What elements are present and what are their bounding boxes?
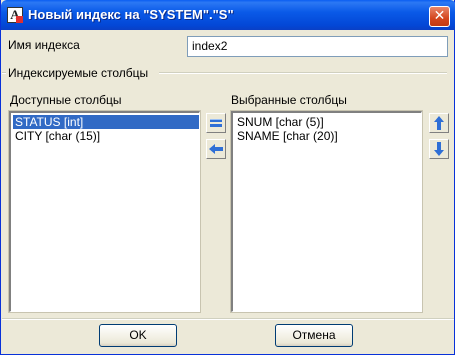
dialog-window: A Новый индекс на "SYSTEM"."S" ✕ Имя инд…	[0, 0, 455, 355]
window-title: Новый индекс на "SYSTEM"."S"	[28, 7, 234, 22]
list-item[interactable]: CITY [char (15)]	[13, 129, 199, 143]
ok-button[interactable]: OK	[99, 324, 177, 347]
move-down-button[interactable]	[429, 139, 449, 159]
group-border	[159, 72, 447, 74]
remove-column-button[interactable]	[206, 139, 226, 159]
group-border-left	[2, 72, 6, 74]
list-item[interactable]: SNUM [char (5)]	[235, 115, 421, 129]
arrow-up-icon	[434, 116, 444, 130]
close-icon: ✕	[433, 8, 446, 24]
chosen-columns-label: Выбранные столбцы	[231, 93, 347, 107]
button-separator	[2, 318, 454, 320]
arrow-down-icon	[434, 142, 444, 156]
app-icon: A	[7, 7, 23, 23]
move-right-icon	[210, 119, 222, 127]
close-button[interactable]: ✕	[429, 6, 450, 27]
available-columns-label: Доступные столбцы	[10, 93, 122, 107]
list-item[interactable]: STATUS [int]	[13, 115, 199, 129]
title-bar[interactable]: A Новый индекс на "SYSTEM"."S" ✕	[1, 0, 455, 30]
cancel-button[interactable]: Отмена	[275, 324, 353, 347]
chosen-columns-list[interactable]: SNUM [char (5)] SNAME [char (20)]	[230, 110, 423, 313]
list-item[interactable]: SNAME [char (20)]	[235, 129, 421, 143]
index-name-input[interactable]: index2	[187, 36, 448, 57]
index-name-label: Имя индекса	[8, 38, 80, 52]
add-column-button[interactable]	[206, 113, 226, 133]
move-left-icon	[209, 144, 223, 154]
available-columns-list[interactable]: STATUS [int] CITY [char (15)]	[8, 110, 201, 313]
move-up-button[interactable]	[429, 113, 449, 133]
group-title: Индексируемые столбцы	[8, 66, 149, 80]
